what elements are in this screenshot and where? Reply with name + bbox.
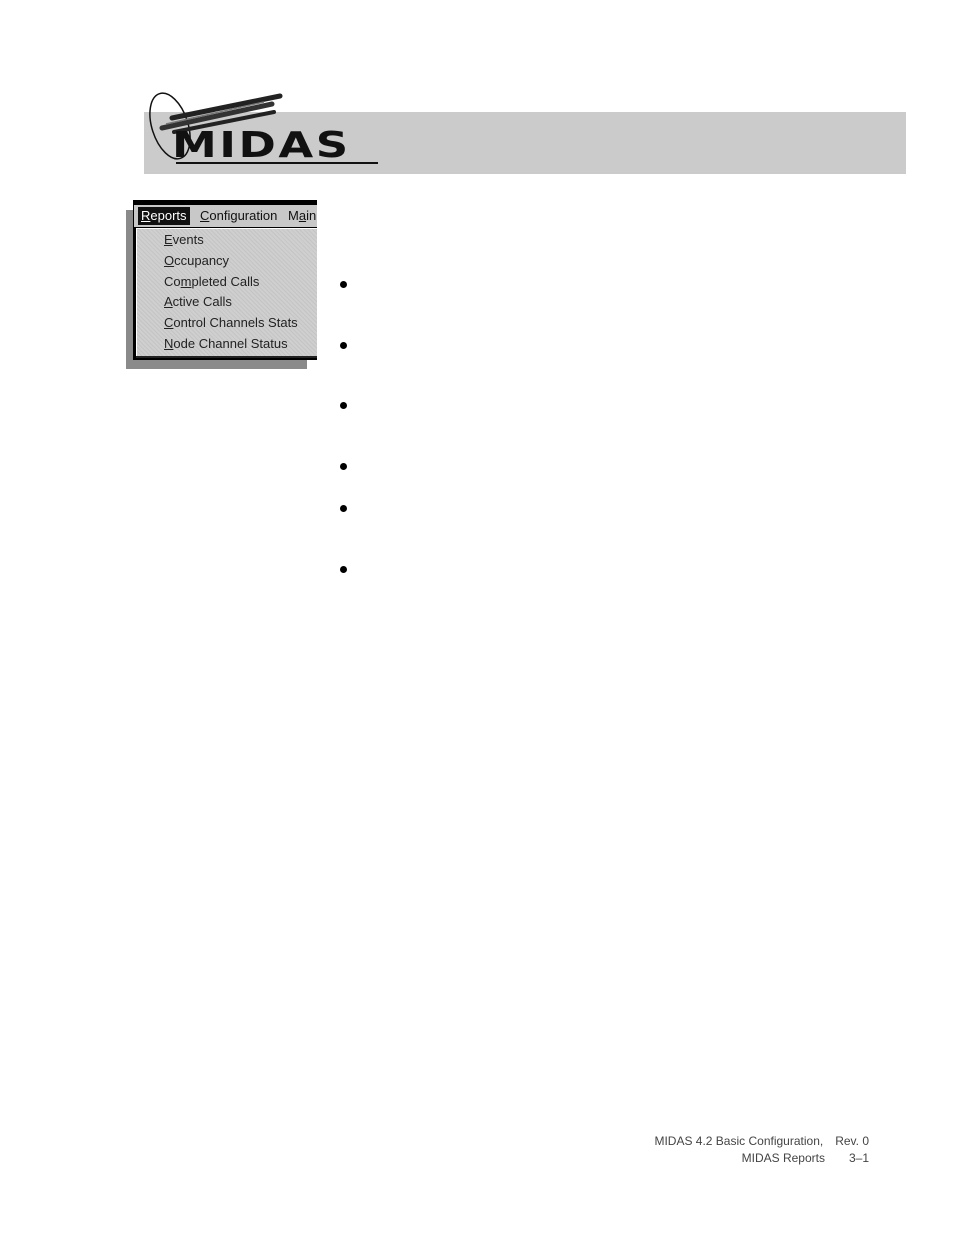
menu-item-completed-calls[interactable]: Completed Calls (164, 272, 259, 292)
menu-configuration[interactable]: Configuration (197, 207, 280, 225)
logo-text: MIDAS (172, 125, 351, 166)
label-post: vents (172, 232, 204, 247)
bullet-icon (340, 342, 347, 349)
footer-doc-title: MIDAS 4.2 Basic Configuration, (654, 1134, 824, 1148)
mnemonic: C (200, 208, 210, 223)
bullet-icon (340, 402, 347, 409)
footer-page-number: 3–1 (848, 1151, 869, 1165)
mnemonic: R (141, 208, 151, 223)
logo-underline (176, 162, 378, 164)
label-post: ode Channel Status (173, 336, 288, 351)
footer-section: MIDAS Reports (741, 1151, 825, 1165)
bullet-icon (340, 281, 347, 288)
menu-item-node-channel-status[interactable]: Node Channel Status (164, 334, 288, 354)
menu-reports[interactable]: Reports (138, 207, 190, 225)
mnemonic: C (164, 315, 174, 330)
dropdown-bottom-border (136, 356, 317, 358)
label-post: ccupancy (174, 253, 230, 268)
label-post: ctive Calls (172, 294, 232, 309)
menu-main[interactable]: Main (285, 207, 319, 225)
bullet-icon (340, 463, 347, 470)
menu-label: onfiguration (209, 208, 278, 223)
mnemonic: E (164, 232, 173, 247)
menu-item-active-calls[interactable]: Active Calls (164, 292, 232, 312)
menu-item-control-channels-stats[interactable]: Control Channels Stats (164, 313, 298, 333)
label-post: pleted Calls (191, 274, 260, 289)
menu-label: M (288, 208, 299, 223)
mnemonic: a (298, 208, 307, 223)
footer-revision: Rev. 0 (835, 1134, 869, 1148)
label-pre: Co (164, 274, 181, 289)
bullet-icon (340, 566, 347, 573)
mnemonic: O (164, 253, 175, 268)
mnemonic: m (180, 274, 192, 289)
label-post: ontrol Channels Stats (173, 315, 298, 330)
mnemonic: A (164, 294, 173, 309)
menu-label: in (306, 208, 317, 223)
menu-item-events[interactable]: Events (164, 230, 204, 250)
menubar: Reports Configuration Main (134, 205, 317, 227)
reports-dropdown: Events Occupancy Completed Calls Active … (136, 228, 317, 356)
menu-label: eports (150, 208, 187, 223)
mnemonic: N (164, 336, 174, 351)
menu-item-occupancy[interactable]: Occupancy (164, 251, 229, 271)
bullet-icon (340, 505, 347, 512)
page-footer: MIDAS 4.2 Basic Configuration, Rev. 0 MID… (654, 1133, 869, 1167)
